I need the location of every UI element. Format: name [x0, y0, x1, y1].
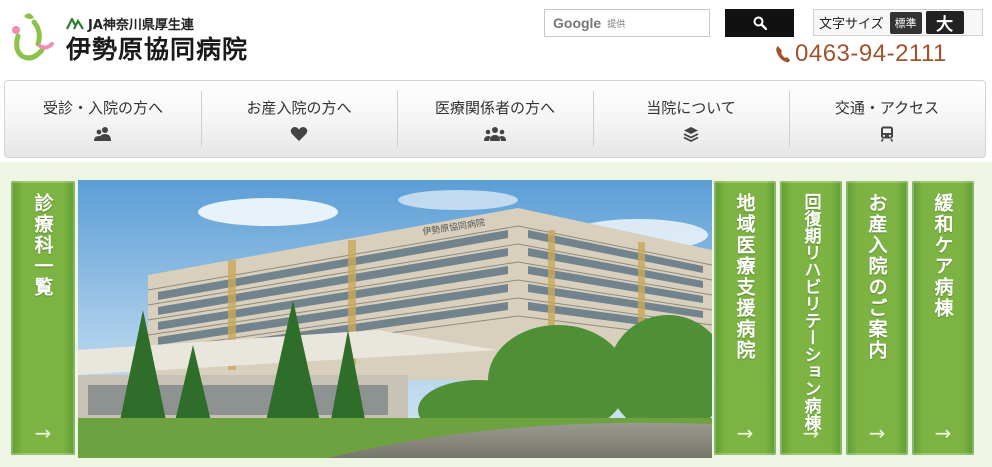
hospital-building-photo: 伊勢原協同病院 — [78, 180, 712, 458]
group-icon — [484, 126, 506, 141]
global-nav: 受診・入院の方へ お産入院の方へ 医療関係者の方へ 当院について 交通・アクセス — [4, 80, 986, 158]
nav-item-about[interactable]: 当院について — [593, 81, 789, 157]
palliative-care-ward-label: 緩和ケア病棟 — [931, 193, 954, 319]
maternity-guide-label: お産入院のご案内 — [865, 193, 888, 361]
arrow-right-icon: → — [34, 421, 52, 445]
arrow-right-icon: → — [736, 421, 754, 445]
hospital-name: 伊勢原協同病院 — [66, 35, 249, 64]
rehabilitation-ward-button[interactable]: 回復期リハビリテーション病棟 → — [780, 181, 842, 455]
department-list-button[interactable]: 診療科一覧 → — [11, 181, 75, 455]
regional-support-hospital-button[interactable]: 地域医療支援病院 → — [714, 181, 776, 455]
rehabilitation-ward-label: 回復期リハビリテーション病棟 — [800, 193, 821, 431]
phone-contact[interactable]: 0463-94-2111 — [775, 40, 947, 68]
layers-icon — [683, 126, 699, 142]
font-size-large-button[interactable]: 大 — [925, 11, 964, 35]
phone-number: 0463-94-2111 — [795, 40, 947, 67]
site-search-input[interactable]: Google 提供 — [544, 9, 710, 37]
search-provider: Google — [553, 15, 602, 31]
nav-item-medical-professionals[interactable]: 医療関係者の方へ — [397, 81, 593, 157]
main-visual: 診療科一覧 → 伊勢原協同病院 地域医療支援病院 → 回復期リハビリテーション病… — [0, 162, 992, 467]
maternity-guide-button[interactable]: お産入院のご案内 → — [846, 181, 908, 455]
search-icon — [753, 16, 767, 30]
palliative-care-ward-button[interactable]: 緩和ケア病棟 → — [912, 181, 974, 455]
search-button[interactable] — [725, 9, 794, 37]
nav-item-outpatient[interactable]: 受診・入院の方へ — [5, 81, 201, 157]
heart-icon — [290, 126, 308, 141]
nav-item-label: 交通・アクセス — [834, 98, 940, 117]
nav-item-maternity[interactable]: お産入院の方へ — [201, 81, 397, 157]
arrow-right-icon: → — [934, 421, 952, 445]
regional-support-hospital-label: 地域医療支援病院 — [733, 193, 756, 361]
nav-item-label: お産入院の方へ — [246, 98, 352, 117]
arrow-right-icon: → — [802, 421, 820, 445]
font-size-standard-button[interactable]: 標準 — [889, 11, 922, 34]
nav-item-label: 受診・入院の方へ — [42, 98, 163, 117]
patients-icon — [94, 126, 111, 141]
font-size-switcher: 文字サイズ 標準 大 — [813, 9, 983, 36]
ja-logo-icon — [66, 17, 84, 30]
search-provider-suffix: 提供 — [607, 19, 626, 30]
hospital-logo-icon — [12, 13, 54, 61]
nav-item-label: 当院について — [646, 98, 736, 117]
train-icon — [880, 126, 894, 142]
font-size-label: 文字サイズ — [819, 17, 884, 32]
site-header: JA神奈川県厚生連 伊勢原協同病院 Google 提供 文字サイズ 標準 大 0… — [0, 0, 992, 78]
arrow-right-icon: → — [868, 421, 886, 445]
department-list-label: 診療科一覧 — [31, 193, 54, 298]
phone-icon — [776, 46, 790, 63]
nav-item-label: 医療関係者の方へ — [434, 98, 555, 117]
nav-item-access[interactable]: 交通・アクセス — [789, 81, 985, 157]
